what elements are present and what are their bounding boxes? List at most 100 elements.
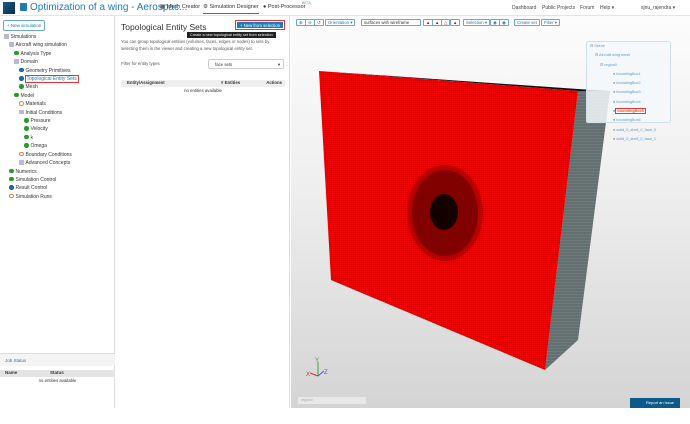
status-icon	[4, 34, 9, 39]
scene-tree-panel: ⊟ Scene ⊟ Aircraft wing mesh ⊟ region0 ● bo…	[586, 41, 671, 141]
scene-tree-item[interactable]: ● boundingBox6	[587, 116, 670, 125]
tree-item[interactable]: Boundary Conditions	[4, 151, 78, 159]
nav-dashboard[interactable]: Dashboard	[512, 5, 536, 11]
nav-post-processor[interactable]: ● Post-Processor	[263, 4, 305, 10]
report-issue-button[interactable]: Report an issue	[630, 398, 680, 408]
table-header: Entity/Assignment # Entities Actions	[121, 80, 285, 87]
job-status-title: Job Status	[0, 354, 115, 366]
tree-item[interactable]: Geometry Primitives	[4, 67, 78, 75]
entity-sets-panel: Topological Entity Sets + New from selec…	[115, 16, 290, 408]
status-icon	[24, 143, 29, 148]
scene-item-label: boundingBox5	[615, 108, 646, 115]
scene-item-label: Scene	[594, 44, 606, 48]
tree-item-label: Model	[20, 92, 35, 99]
filter-value: face sets	[215, 62, 233, 67]
status-icon	[14, 50, 19, 56]
tree-item-label: Boundary Conditions	[25, 151, 72, 158]
3d-viewer[interactable]: ⊕ ⊖ ↺ Orientation ▾ surfaces with wirefr…	[291, 16, 690, 408]
axis-z-label: Z	[324, 370, 328, 376]
tree-item[interactable]: Initial Conditions	[4, 109, 78, 117]
nav-mesh-creator[interactable]: ▦ Mesh Creator	[160, 4, 200, 10]
job-table-header: Name Status	[0, 370, 115, 377]
tree-item[interactable]: Simulation Control	[4, 176, 78, 184]
scene-tree-item[interactable]: ● boundingBox5	[587, 107, 670, 116]
tree-item-label: Simulations	[10, 34, 37, 40]
tree-item[interactable]: Omega	[4, 142, 78, 150]
tree-item[interactable]: Numerics	[4, 168, 78, 176]
col-entity: Entity/Assignment	[127, 80, 165, 85]
nav-label: Simulation Designer	[209, 4, 259, 10]
col-count: # Entities	[221, 80, 241, 85]
app-logo[interactable]	[3, 2, 15, 14]
tree-item[interactable]: Topological Entity Sets	[4, 75, 79, 84]
nav-public-projects[interactable]: Public Projects	[542, 5, 575, 11]
tree-item-label: Numerics	[15, 168, 37, 175]
scene-tree-item[interactable]: ⊟ region0	[587, 61, 670, 70]
status-icon	[24, 118, 29, 123]
scene-item-label: region0	[604, 62, 617, 67]
tree-item[interactable]: Simulation Runs	[4, 193, 78, 201]
nav-label: Mesh Creator	[166, 4, 201, 10]
tree-item[interactable]: Velocity	[4, 125, 78, 133]
job-status-panel: Job Status Name Status no entities availa…	[0, 353, 115, 424]
status-icon	[9, 185, 14, 190]
col-actions: Actions	[266, 80, 282, 85]
nav-forum[interactable]: Forum	[580, 5, 594, 11]
job-empty: no entities available	[38, 378, 77, 383]
tree-item[interactable]: Mesh	[4, 83, 78, 91]
tree-item-label: Topological Entity Sets	[24, 75, 79, 84]
scene-tree-item[interactable]: ⊟ Scene	[587, 42, 670, 51]
lock-icon	[20, 3, 27, 11]
nav-help[interactable]: Help ▾	[600, 5, 614, 11]
entity-type-select[interactable]: face sets ▾	[208, 59, 284, 69]
tree-item[interactable]: Materials	[4, 100, 78, 108]
scene-tree-item[interactable]: ● boundingBox4	[587, 98, 670, 107]
new-from-selection-button[interactable]: + New from selection	[235, 20, 285, 30]
tree-item[interactable]: Domain	[4, 58, 78, 66]
tree-item[interactable]: Result Control	[4, 184, 78, 192]
tooltip: Create a new topological entity set from…	[187, 32, 276, 38]
region-input[interactable]: region0	[298, 397, 366, 404]
axis-x-label: X	[306, 372, 310, 378]
scene-tree-item[interactable]: ● boundingBox3	[587, 88, 670, 97]
status-icon	[9, 176, 14, 182]
tree-item[interactable]: Model	[4, 92, 78, 100]
tree-item[interactable]: k	[4, 134, 78, 142]
tree-item[interactable]: Advanced Concepts	[4, 159, 78, 167]
tree-item-label: Aircraft wing simulation	[15, 42, 67, 49]
tree-item-label: Mesh	[25, 84, 38, 91]
filter-label: Filter for entity types	[121, 61, 160, 66]
status-icon	[19, 151, 24, 157]
report-label: Report an issue	[646, 400, 675, 405]
user-menu[interactable]: sjnu_rajendra ▾	[641, 5, 675, 11]
table-empty: no entities available	[184, 88, 222, 93]
axis-triad: Y X Z	[306, 358, 328, 378]
status-icon	[14, 59, 19, 64]
tree-item-label: Pressure	[30, 118, 51, 125]
scene-tree-item[interactable]: ⊟ Aircraft wing mesh	[587, 51, 670, 60]
status-icon	[19, 109, 24, 115]
caret-down-icon: ▾	[277, 62, 280, 67]
tree-item[interactable]: Analysis Type	[4, 50, 78, 58]
scene-tree-item[interactable]: ● boundingBox2	[587, 79, 670, 88]
tree-item-label: Result Control	[15, 185, 48, 192]
status-icon	[9, 168, 14, 173]
new-simulation-button[interactable]: + New simulation	[3, 20, 46, 31]
status-icon	[19, 160, 24, 165]
scene-item-label: boundingBox3	[616, 90, 641, 95]
simulation-tree: Simulations Aircraft wing simulation Analy…	[4, 33, 79, 201]
tree-item[interactable]: Pressure	[4, 117, 78, 125]
scene-tree-item[interactable]: ● solid_0_shell_0_face_0	[587, 126, 670, 135]
nav-simulation-designer[interactable]: ⚙ Simulation Designer	[203, 4, 259, 14]
wing-core	[430, 194, 458, 230]
scene-item-label: boundingBox4	[616, 99, 641, 104]
scene-item-label: boundingBox1	[616, 71, 641, 76]
scene-tree-item[interactable]: ● solid_0_shell_0_face_1	[587, 135, 670, 144]
tree-item[interactable]: Simulations	[4, 33, 78, 41]
tree-item-label: Advanced Concepts	[25, 160, 71, 167]
scene-tree-item[interactable]: ● boundingBox1	[587, 70, 670, 79]
tree-item-label: Materials	[25, 101, 46, 108]
tree-item-label: Omega	[30, 143, 47, 150]
col-status: Status	[50, 370, 64, 375]
tree-item[interactable]: Aircraft wing simulation	[4, 41, 78, 49]
